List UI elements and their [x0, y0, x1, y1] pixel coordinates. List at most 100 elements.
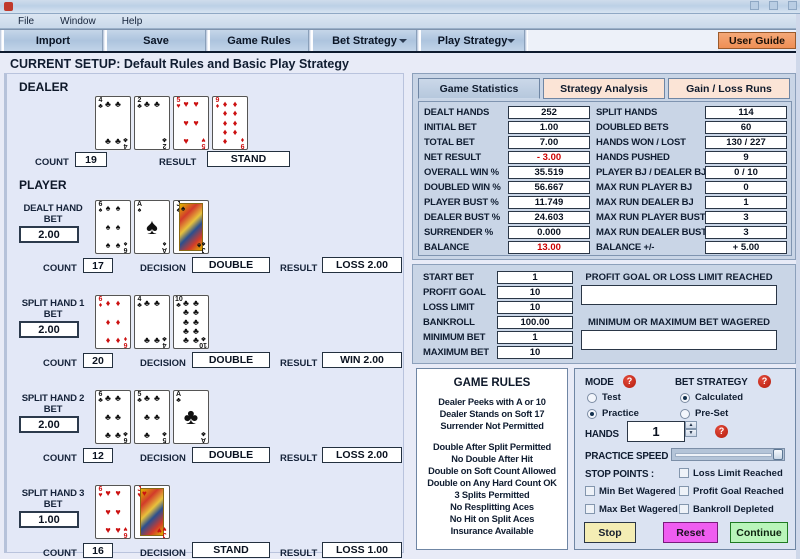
radio-bet-preset[interactable]: [680, 409, 690, 419]
title-bar: [0, 0, 800, 14]
table-panel: DEALER PLAYER 4 ♣ ♣ ♣ ♣ ♣ 4 ♣ 2 ♣ ♣ ♣ 2 ♣ 5 ♥ ♥ ♥ ♥ ♥ ♥ 5 ♥ 9 ♦ ♦…: [4, 73, 404, 559]
stat-label: DOUBLED WIN %: [424, 182, 501, 193]
hand-decision-value: DOUBLE: [192, 257, 270, 273]
hands-stepper-up[interactable]: ▲: [685, 421, 697, 429]
window-scrollbar[interactable]: [796, 14, 800, 559]
card-pip: ♦: [105, 298, 111, 308]
checkbox-min-bet-wagered[interactable]: [585, 486, 595, 496]
menu-window[interactable]: Window: [58, 16, 98, 27]
radio-mode-test[interactable]: [587, 393, 597, 403]
maximize-button[interactable]: [769, 1, 778, 10]
card-rank: 2 ♣: [162, 136, 167, 149]
betting-label: MAXIMUM BET: [423, 347, 489, 358]
checkbox-loss-limit-reached-label: Loss Limit Reached: [693, 468, 783, 479]
import-button[interactable]: Import: [3, 30, 103, 51]
profit-goal-message-box: [581, 285, 777, 305]
hand-count-label: COUNT: [43, 548, 77, 559]
radio-bet-calculated[interactable]: [680, 393, 690, 403]
checkbox-bankroll-depleted[interactable]: [679, 504, 689, 514]
reset-button[interactable]: Reset: [663, 522, 718, 543]
betting-value[interactable]: 10: [497, 346, 573, 359]
card-pip: ♣: [154, 335, 160, 345]
betting-label: MINIMUM BET: [423, 332, 486, 343]
stat-value: - 3.00: [508, 151, 590, 164]
hand-count-value: 17: [83, 258, 113, 273]
toolbar-spacer: [528, 30, 718, 51]
close-button[interactable]: [788, 1, 797, 10]
stop-button[interactable]: Stop: [584, 522, 636, 543]
hand-result-value: LOSS 2.00: [322, 447, 402, 463]
card-pip: ♣: [154, 298, 160, 308]
tab-strategy-analysis[interactable]: Strategy Analysis: [543, 78, 665, 99]
slider-handle[interactable]: [773, 449, 783, 460]
radio-mode-practice-label: Practice: [602, 408, 639, 419]
hand-decision-label: DECISION: [140, 358, 186, 369]
hand-decision-label: DECISION: [140, 263, 186, 274]
card-pip: ♠: [115, 240, 121, 250]
card-rank: 10 ♣: [199, 335, 207, 348]
mode-label: MODE: [585, 377, 614, 388]
card-pip: ♦: [105, 335, 111, 345]
betting-value[interactable]: 1: [497, 331, 573, 344]
card-rank: 6 ♣: [123, 430, 128, 443]
stat-value: 3: [705, 211, 787, 224]
stat-label: MAX RUN DEALER BUST: [596, 227, 707, 238]
card-pip: ♥: [183, 99, 189, 109]
card-rank: J♠: [201, 240, 206, 253]
hand-decision-label: DECISION: [140, 548, 186, 559]
betting-label: START BET: [423, 272, 474, 283]
hand-label: SPLIT HAND 3 BET: [21, 488, 85, 510]
card-pip: ♣: [154, 393, 160, 403]
game-rules-panel: GAME RULES Dealer Peeks with A or 10 Deal…: [416, 368, 568, 550]
bet-wagered-message-label: MINIMUM OR MAXIMUM BET WAGERED: [587, 317, 771, 328]
minimize-button[interactable]: [750, 1, 759, 10]
continue-button[interactable]: Continue: [730, 522, 788, 543]
hands-input[interactable]: 1: [627, 421, 685, 442]
playing-card: 4 ♣ ♣ ♣ ♣ ♣ 4 ♣: [95, 96, 131, 150]
dealer-count-label: COUNT: [35, 157, 69, 168]
radio-mode-practice[interactable]: [587, 409, 597, 419]
dealer-result-label: RESULT: [159, 157, 197, 168]
bet-strategy-label: Bet Strategy: [332, 34, 397, 47]
save-button[interactable]: Save: [106, 30, 206, 51]
bet-strategy-help-icon[interactable]: ?: [758, 375, 771, 388]
betting-value[interactable]: 1: [497, 271, 573, 284]
card-pip: ♠: [105, 203, 111, 213]
checkbox-max-bet-wagered[interactable]: [585, 504, 595, 514]
radio-mode-test-label: Test: [602, 392, 621, 403]
dealer-count-value: 19: [75, 152, 107, 167]
bet-strategy-dropdown[interactable]: Bet Strategy: [312, 30, 417, 51]
dealer-title: DEALER: [19, 80, 69, 94]
mode-help-icon[interactable]: ?: [623, 375, 636, 388]
game-rule-line: No Resplitting Aces: [450, 502, 534, 512]
current-setup-text: CURRENT SETUP: Default Rules and Basic P…: [0, 55, 800, 72]
hand-count-value: 16: [83, 543, 113, 558]
app-icon: [4, 2, 13, 11]
play-strategy-dropdown[interactable]: Play Strategy: [420, 30, 525, 51]
user-guide-button[interactable]: User Guide: [718, 32, 796, 49]
tab-game-statistics[interactable]: Game Statistics: [418, 78, 540, 99]
game-rules-button[interactable]: Game Rules: [209, 30, 309, 51]
playing-card: 5 ♥ ♥ ♥ ♥ ♥ ♥ 5 ♥: [173, 96, 209, 150]
card-pip: ♣: [193, 307, 199, 318]
betting-value[interactable]: 10: [497, 286, 573, 299]
hand-label: SPLIT HAND 1 BET: [21, 298, 85, 320]
practice-speed-slider[interactable]: [671, 448, 785, 461]
betting-value[interactable]: 100.00: [497, 316, 573, 329]
hand-result-value: LOSS 1.00: [322, 542, 402, 558]
card-pip: ♦: [115, 335, 121, 345]
checkbox-loss-limit-reached[interactable]: [679, 468, 689, 478]
menu-file[interactable]: File: [16, 16, 36, 27]
hands-stepper[interactable]: ▲ ▼: [685, 421, 697, 442]
stat-value: 9: [705, 151, 787, 164]
checkbox-profit-goal-reached[interactable]: [679, 486, 689, 496]
hand-result-value: LOSS 2.00: [322, 257, 402, 273]
tab-gain-loss-runs[interactable]: Gain / Loss Runs: [668, 78, 790, 99]
menu-help[interactable]: Help: [120, 16, 145, 27]
toolbar: Import Save Game Rules Bet Strategy Play…: [0, 29, 800, 53]
hands-stepper-down[interactable]: ▼: [685, 429, 697, 437]
card-rank: 9 ♦: [240, 136, 245, 149]
betting-value[interactable]: 10: [497, 301, 573, 314]
window-controls[interactable]: [750, 1, 797, 10]
hands-help-icon[interactable]: ?: [715, 425, 728, 438]
